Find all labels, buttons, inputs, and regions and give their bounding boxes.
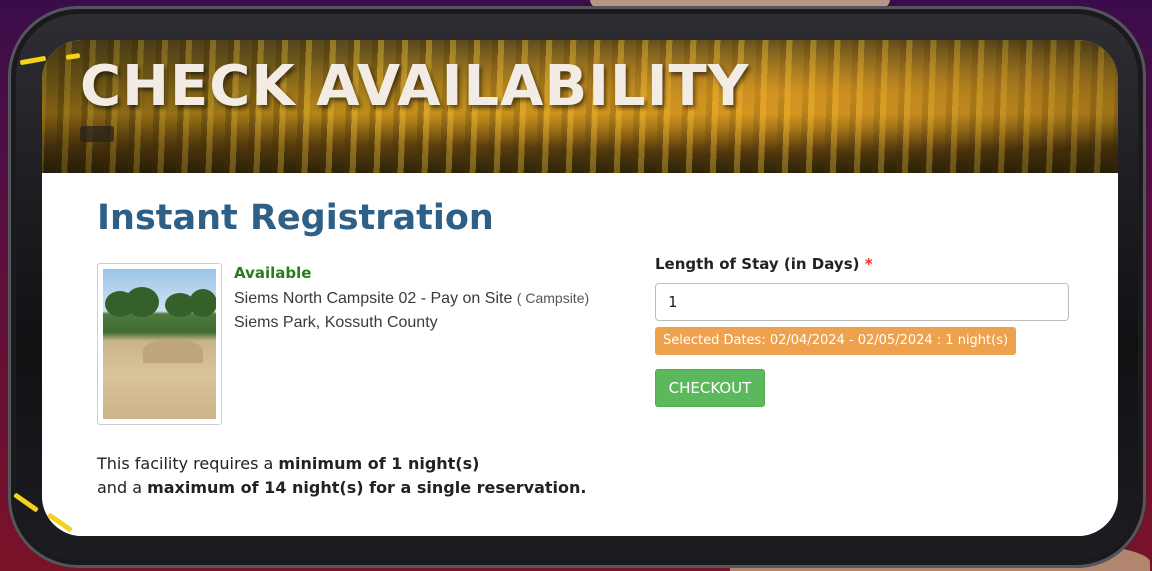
site-location: Siems Park, Kossuth County	[234, 314, 438, 331]
header-banner: CHECK AVAILABILITY	[42, 40, 1118, 173]
menu-toggle-icon[interactable]	[80, 126, 114, 142]
banner-title: CHECK AVAILABILITY	[80, 54, 750, 119]
policy-max-value: maximum of 14 night(s) for a single rese…	[147, 478, 587, 497]
selected-dates-badge: Selected Dates: 02/04/2024 - 02/05/2024 …	[655, 327, 1017, 355]
availability-status: Available	[234, 264, 312, 282]
phone-screen: CHECK AVAILABILITY Instant Registration …	[42, 40, 1118, 536]
dirt-mound	[143, 339, 203, 363]
stay-length-label-text: Length of Stay (in Days)	[655, 255, 860, 273]
site-name-line: Siems North Campsite 02 - Pay on Site ( …	[234, 286, 634, 311]
tree-shape	[125, 287, 159, 317]
checkout-button[interactable]: CHECKOUT	[655, 369, 765, 407]
stay-form: Length of Stay (in Days) * Selected Date…	[655, 255, 1069, 407]
registration-content: Instant Registration Available Siems Nor…	[42, 173, 1118, 536]
campsite-photo	[103, 269, 216, 419]
policy-min-line: This facility requires a minimum of 1 ni…	[97, 452, 586, 476]
stay-length-label: Length of Stay (in Days) *	[655, 255, 1069, 273]
site-type: ( Campsite)	[516, 290, 590, 306]
tree-shape	[189, 289, 216, 317]
site-info: Available Siems North Campsite 02 - Pay …	[234, 264, 634, 335]
policy-max-prefix: and a	[97, 478, 148, 497]
stay-length-input[interactable]	[655, 283, 1069, 321]
policy-min-value: minimum of 1 night(s)	[278, 454, 480, 473]
stay-policy: This facility requires a minimum of 1 ni…	[97, 452, 586, 500]
page-title: Instant Registration	[97, 198, 494, 238]
site-name: Siems North Campsite 02 - Pay on Site	[234, 290, 513, 307]
campsite-thumbnail[interactable]	[97, 263, 222, 425]
policy-min-prefix: This facility requires a	[97, 454, 279, 473]
required-marker: *	[864, 255, 873, 273]
policy-max-line: and a maximum of 14 night(s) for a singl…	[97, 476, 586, 500]
